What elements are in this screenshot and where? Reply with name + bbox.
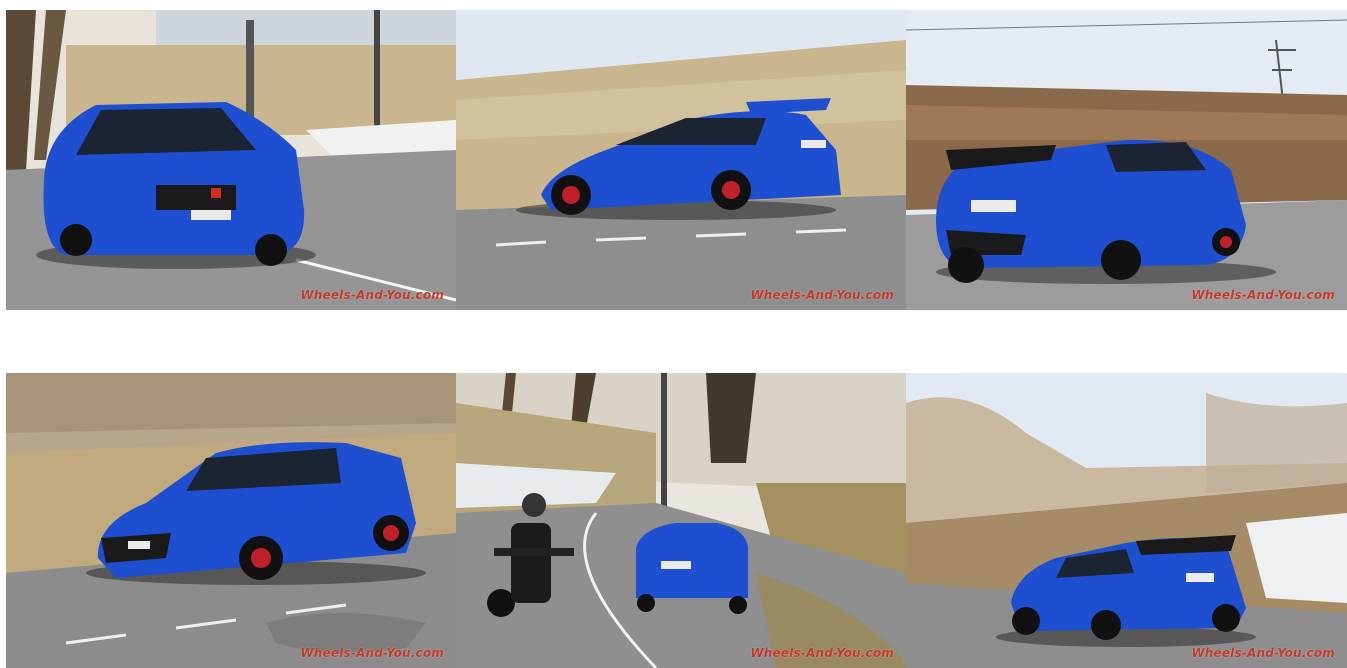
gallery-photo-2[interactable]: Wheels-And-You.com (456, 10, 906, 310)
car-front-photo (6, 10, 456, 310)
car-rear-photo (906, 10, 1347, 310)
gallery-photo-6[interactable]: Wheels-And-You.com (906, 373, 1347, 668)
car-hillside-photo (906, 373, 1347, 668)
car-front-side-photo (6, 373, 456, 668)
car-side-photo (456, 10, 906, 310)
photo-gallery: Wheels-And-You.com Wheels-And-You.com Wh… (0, 0, 1347, 668)
gallery-photo-4[interactable]: Wheels-And-You.com (6, 373, 456, 668)
gallery-photo-5[interactable]: Wheels-And-You.com (456, 373, 906, 668)
gallery-photo-3[interactable]: Wheels-And-You.com (906, 10, 1347, 310)
gallery-photo-1[interactable]: Wheels-And-You.com (6, 10, 456, 310)
motorcycle-car-photo (456, 373, 906, 668)
